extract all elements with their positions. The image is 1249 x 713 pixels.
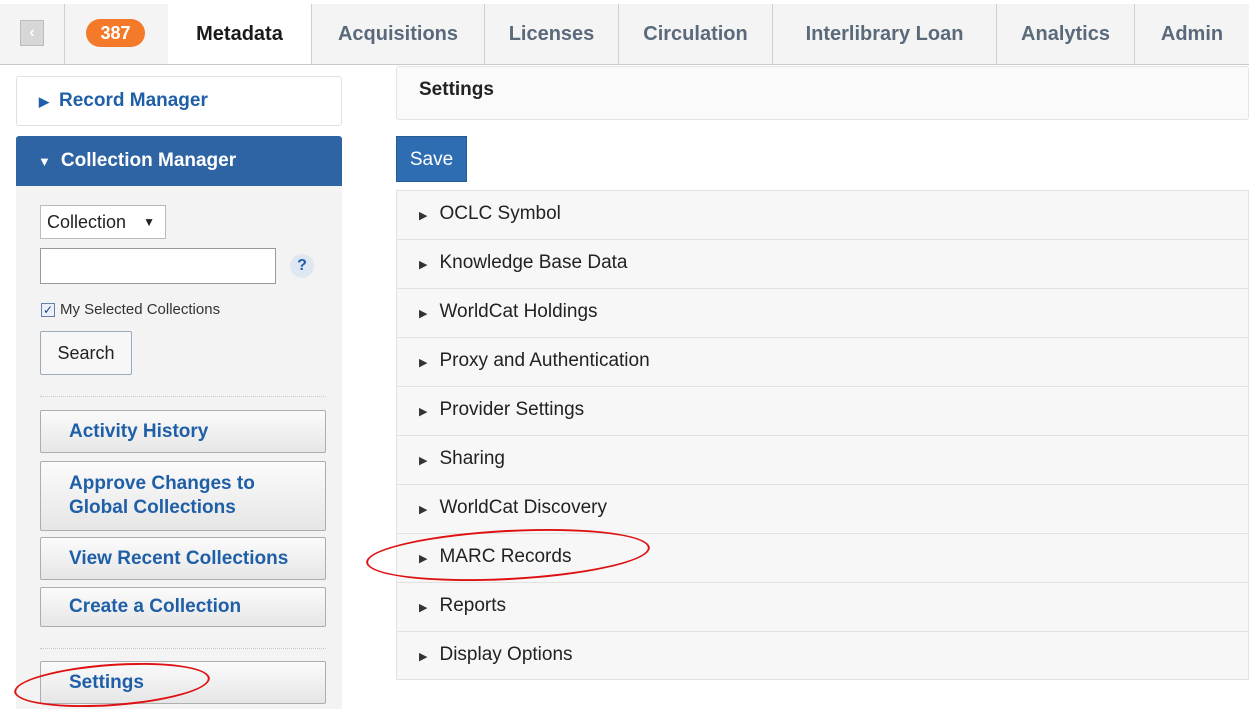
record-manager-label: Record Manager [59,90,208,111]
section-label: Proxy and Authentication [439,350,650,371]
section-worldcat-holdings[interactable]: ▶ WorldCat Holdings [396,288,1249,337]
settings-page-title: Settings [396,66,1249,120]
my-selected-collections-label: My Selected Collections [60,301,221,318]
expand-caret-icon: ▶ [419,308,428,320]
section-knowledge-base-data[interactable]: ▶ Knowledge Base Data [396,239,1249,288]
tab-metadata[interactable]: Metadata [168,4,312,64]
record-manager-panel[interactable]: ▶ Record Manager [16,76,342,126]
activity-history-label: Activity History [69,421,209,442]
section-display-options[interactable]: ▶ Display Options [396,631,1249,680]
tab-admin[interactable]: Admin [1135,4,1249,64]
caret-down-icon: ▼ [38,154,51,169]
sidebar-divider [40,396,326,397]
tab-licenses[interactable]: Licenses [485,4,619,64]
section-label: Reports [439,595,506,616]
section-label: Sharing [439,448,505,469]
tab-analytics[interactable]: Analytics [997,4,1135,64]
expand-caret-icon: ▶ [419,504,428,516]
approve-changes-label-line1: Approve Changes to [69,473,255,494]
dropdown-caret-icon: ▼ [143,215,155,229]
section-label: WorldCat Discovery [439,497,607,518]
expand-caret-icon: ▶ [419,406,428,418]
section-sharing[interactable]: ▶ Sharing [396,435,1249,484]
section-label: WorldCat Holdings [439,301,598,322]
view-recent-collections-label: View Recent Collections [69,548,289,569]
sidebar-divider [40,648,326,649]
search-button[interactable]: Search [40,331,132,375]
collapse-sidebar-cell: ‹ [0,4,65,64]
collection-manager-label: Collection Manager [60,150,237,171]
collection-manager-header[interactable]: ▼ Collection Manager [16,136,342,186]
collapse-sidebar-icon[interactable]: ‹ [20,20,44,46]
section-label: Provider Settings [439,399,585,420]
section-proxy-authentication[interactable]: ▶ Proxy and Authentication [396,337,1249,386]
view-recent-collections-button[interactable]: View Recent Collections [40,537,326,580]
section-label: Knowledge Base Data [439,252,628,273]
save-button[interactable]: Save [396,136,467,182]
caret-right-icon: ▶ [39,94,49,109]
search-type-value: Collection [47,212,127,232]
search-type-select[interactable]: Collection ▼ [40,205,166,239]
section-label: OCLC Symbol [439,203,561,224]
section-worldcat-discovery[interactable]: ▶ WorldCat Discovery [396,484,1249,533]
activity-history-button[interactable]: Activity History [40,410,326,453]
expand-caret-icon: ▶ [419,651,428,663]
top-navigation-bar: ‹ 387 Metadata Acquisitions Licenses Cir… [0,4,1249,65]
help-icon[interactable]: ? [290,254,314,278]
notification-count-badge[interactable]: 387 [86,19,145,47]
expand-caret-icon: ▶ [419,602,428,614]
create-collection-label: Create a Collection [69,596,242,617]
expand-caret-icon: ▶ [419,357,428,369]
create-collection-button[interactable]: Create a Collection [40,587,326,627]
tab-interlibrary-loan[interactable]: Interlibrary Loan [773,4,997,64]
approve-changes-button[interactable]: Approve Changes to Global Collections [40,461,326,531]
tab-circulation[interactable]: Circulation [619,4,773,64]
expand-caret-icon: ▶ [419,210,428,222]
section-provider-settings[interactable]: ▶ Provider Settings [396,386,1249,435]
approve-changes-label-line2: Global Collections [69,497,236,518]
section-reports[interactable]: ▶ Reports [396,582,1249,631]
my-selected-collections-checkbox[interactable]: ✓ [41,303,55,317]
section-label: Display Options [439,644,573,665]
expand-caret-icon: ▶ [419,259,428,271]
section-oclc-symbol[interactable]: ▶ OCLC Symbol [396,190,1249,239]
tab-acquisitions[interactable]: Acquisitions [312,4,485,64]
notification-cell: 387 [64,4,169,64]
settings-accordion: ▶ OCLC Symbol ▶ Knowledge Base Data ▶ World… [396,190,1249,680]
collection-search-input[interactable] [40,248,276,284]
expand-caret-icon: ▶ [419,455,428,467]
